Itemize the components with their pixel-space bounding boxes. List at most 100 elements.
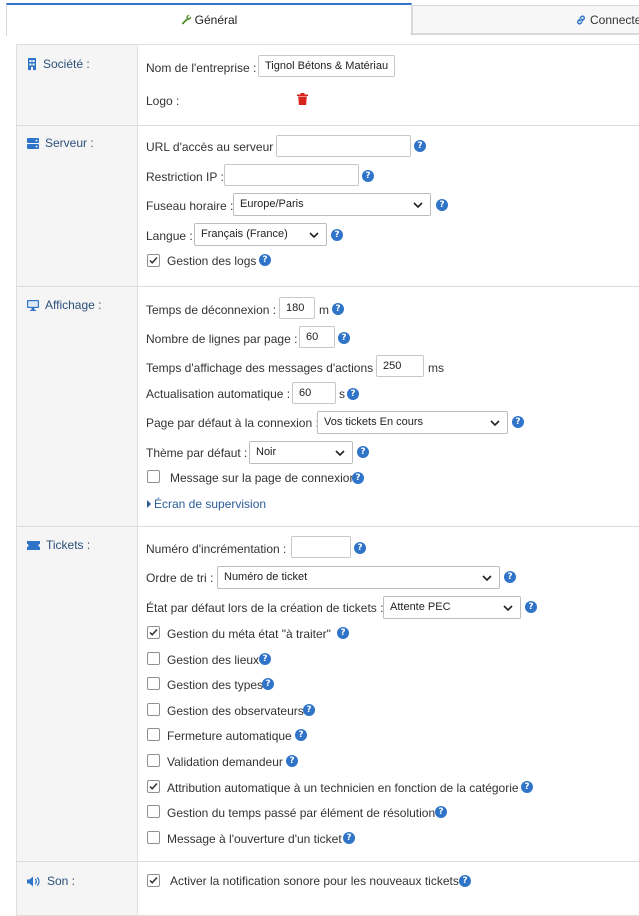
server-url-label: URL d'accès au serveur : [146,140,280,154]
tab-general[interactable]: Général [6,3,412,36]
help-icon[interactable]: ? [357,446,369,458]
help-icon[interactable]: ? [262,678,274,690]
divider [17,286,639,287]
help-icon[interactable]: ? [354,542,366,554]
volume-icon [27,876,40,886]
section-societe-label: Société : [43,57,90,71]
help-icon[interactable]: ? [512,416,524,428]
option-label: Gestion du méta état "à traiter" [167,627,331,641]
help-icon[interactable]: ? [259,653,271,665]
logo-label: Logo : [146,94,180,108]
help-icon[interactable]: ? [259,254,271,266]
option-label: Gestion des observateurs [167,704,304,718]
sort-order-value: Numéro de ticket [224,571,308,583]
option-checkbox[interactable] [147,677,160,690]
auto-refresh-label: Actualisation automatique : [146,387,291,401]
check-icon [149,628,158,636]
trash-icon[interactable] [297,93,308,105]
theme-select[interactable]: Noir [249,441,353,464]
section-serveur-label: Serveur : [45,136,94,150]
increment-label: Numéro d'incrémentation : [146,542,287,556]
login-message-label: Message sur la page de connexion [170,471,357,485]
auto-refresh-input[interactable] [292,382,336,404]
rows-per-page-input[interactable] [299,326,335,348]
option-checkbox[interactable] [147,652,160,665]
section-affichage-label: Affichage : [45,298,102,312]
auto-refresh-unit: s [339,387,345,401]
option-checkbox[interactable] [147,728,160,741]
divider [17,861,639,862]
link-icon [577,15,585,25]
tab-bar: Général Connecteurs [0,0,639,36]
help-icon[interactable]: ? [521,781,533,793]
option-checkbox[interactable] [147,626,160,639]
help-icon[interactable]: ? [331,229,343,241]
option-label: Validation demandeur [167,755,283,769]
sound-notification-checkbox[interactable] [147,874,160,887]
company-name-input[interactable] [258,55,395,77]
logout-time-input[interactable] [279,297,315,319]
tab-connecteurs-label: Connecteurs [590,13,639,27]
help-icon[interactable]: ? [303,704,315,716]
logs-label: Gestion des logs [167,254,257,268]
message-time-unit: ms [428,361,444,375]
sort-order-select[interactable]: Numéro de ticket [217,566,500,589]
increment-input[interactable] [291,536,351,558]
section-affichage-title: Affichage : [27,298,101,312]
timezone-select[interactable]: Europe/Paris [233,193,431,216]
section-tickets-label: Tickets : [46,538,91,552]
help-icon[interactable]: ? [332,303,344,315]
divider [17,526,639,527]
supervision-link[interactable]: Écran de supervision [146,497,266,511]
timezone-label: Fuseau horaire : [146,199,234,213]
ip-restriction-label: Restriction IP : [146,170,224,184]
option-label: Attribution automatique à un technicien … [167,781,519,795]
default-page-select[interactable]: Vos tickets En cours [317,411,508,434]
rows-per-page-label: Nombre de lignes par page : [146,332,298,346]
section-sidebar [17,45,138,915]
help-icon[interactable]: ? [352,472,364,484]
help-icon[interactable]: ? [504,571,516,583]
help-icon[interactable]: ? [362,170,374,182]
help-icon[interactable]: ? [343,832,355,844]
settings-panel: Société : Nom de l'entreprise : Logo : S… [16,44,639,916]
help-icon[interactable]: ? [295,729,307,741]
language-value: Français (France) [201,228,288,240]
language-select[interactable]: Français (France) [194,223,327,246]
help-icon[interactable]: ? [435,806,447,818]
language-label: Langue : [146,229,193,243]
default-state-select[interactable]: Attente PEC [383,596,521,619]
help-icon[interactable]: ? [459,875,471,887]
option-checkbox[interactable] [147,831,160,844]
tab-divider [410,33,639,34]
help-icon[interactable]: ? [436,199,448,211]
theme-label: Thème par défaut : [146,446,248,460]
logout-time-unit: m [319,303,329,317]
option-checkbox[interactable] [147,703,160,716]
server-url-input[interactable] [276,135,411,157]
ip-restriction-input[interactable] [224,164,359,186]
building-icon [28,58,36,70]
default-page-value: Vos tickets En cours [324,416,424,428]
help-icon[interactable]: ? [414,140,426,152]
help-icon[interactable]: ? [337,627,349,639]
tab-connecteurs[interactable]: Connecteurs [412,5,639,35]
section-serveur-title: Serveur : [27,136,94,150]
check-icon [149,876,158,884]
message-time-input[interactable] [376,355,424,377]
section-tickets-title: Tickets : [27,538,90,552]
login-message-checkbox[interactable] [147,470,160,483]
divider [17,125,639,126]
option-checkbox[interactable] [147,754,160,767]
logs-checkbox[interactable] [147,254,160,267]
default-state-label: État par défaut lors de la création de t… [146,601,384,615]
help-icon[interactable]: ? [525,601,537,613]
option-checkbox[interactable] [147,780,160,793]
help-icon[interactable]: ? [286,755,298,767]
check-icon [149,782,158,790]
message-time-label: Temps d'affichage des messages d'actions… [146,361,380,375]
help-icon[interactable]: ? [338,332,350,344]
option-checkbox[interactable] [147,805,160,818]
help-icon[interactable]: ? [347,388,359,400]
check-icon [149,256,158,264]
